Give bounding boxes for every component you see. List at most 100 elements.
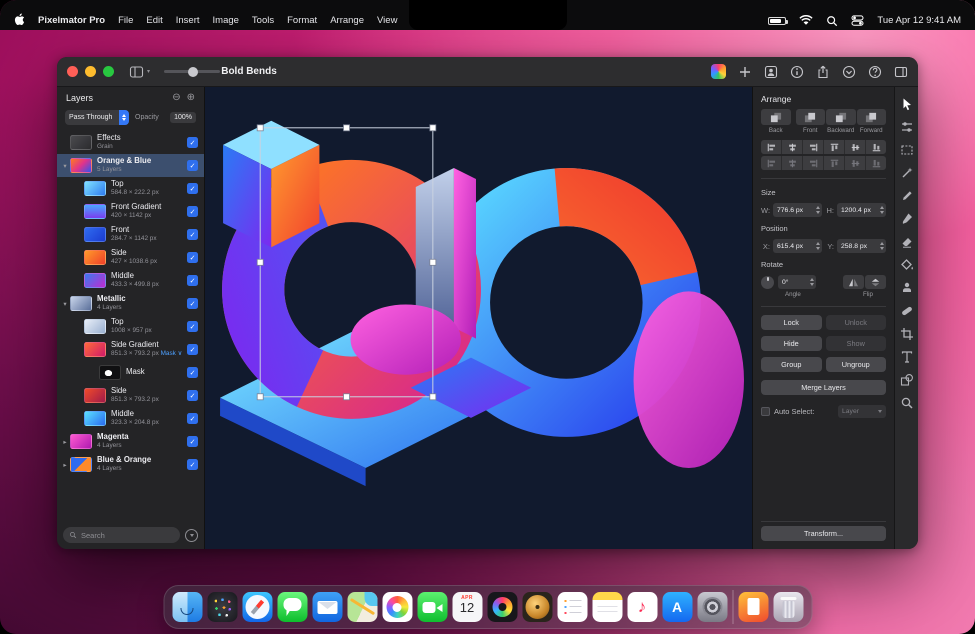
stepper-icon[interactable] <box>880 242 884 250</box>
zoom-window-button[interactable] <box>103 66 114 77</box>
x-field[interactable]: 615.4 px <box>773 239 822 253</box>
dock-maps[interactable] <box>347 592 377 622</box>
auto-select-dropdown[interactable]: Layer <box>838 405 886 418</box>
shape-tool[interactable] <box>899 372 914 387</box>
dock-garageband[interactable] <box>522 592 552 622</box>
hide-button[interactable]: Hide <box>761 336 822 351</box>
dock-trash[interactable] <box>773 592 803 622</box>
layer-row[interactable]: Middle 433.3 × 499.8 px <box>57 269 204 292</box>
control-center-icon[interactable] <box>851 15 864 26</box>
dock-pixelmator-pro[interactable] <box>487 592 517 622</box>
align-middle-button[interactable] <box>845 140 866 154</box>
bring-to-front-button[interactable] <box>796 109 826 125</box>
show-button[interactable]: Show <box>826 336 887 351</box>
opacity-value[interactable]: 100% <box>170 112 196 123</box>
dock-calendar[interactable]: APR 12 <box>452 592 482 622</box>
dock-safari[interactable] <box>242 592 272 622</box>
crop-tool[interactable] <box>899 326 914 341</box>
more-options-icon[interactable] <box>841 64 856 79</box>
dock-reminders[interactable] <box>557 592 587 622</box>
canvas[interactable] <box>205 87 752 549</box>
dock-facetime[interactable] <box>417 592 447 622</box>
auto-select-checkbox[interactable] <box>761 407 770 416</box>
layer-visibility-checkbox[interactable] <box>187 137 198 148</box>
erase-tool[interactable] <box>899 234 914 249</box>
layer-row[interactable]: Front Gradient 420 × 1142 px <box>57 200 204 223</box>
align-left-button[interactable] <box>761 140 782 154</box>
layer-row[interactable]: Side 427 × 1038.6 px <box>57 246 204 269</box>
pixelmator-tools-icon[interactable] <box>711 64 726 79</box>
disclosure-icon[interactable]: ▸ <box>61 461 69 469</box>
style-tool[interactable] <box>899 119 914 134</box>
layer-row[interactable]: Side Gradient 851.3 × 793.2 px Mask ∨ <box>57 338 204 361</box>
layer-visibility-checkbox[interactable] <box>187 436 198 447</box>
layer-visibility-checkbox[interactable] <box>187 459 198 470</box>
layer-mask-badge[interactable]: Mask ∨ <box>161 350 183 357</box>
distribute-middle-button[interactable] <box>845 156 866 170</box>
distribute-bottom-button[interactable] <box>866 156 886 170</box>
spotlight-search-icon[interactable] <box>826 15 838 27</box>
layer-row[interactable]: Top 584.8 × 222.2 px <box>57 177 204 200</box>
layer-visibility-checkbox[interactable] <box>187 413 198 424</box>
disclosure-icon[interactable]: ▾ <box>61 300 69 308</box>
stepper-icon[interactable] <box>880 206 884 214</box>
sidebar-toggle-button[interactable]: ▾ <box>129 66 150 78</box>
layer-visibility-checkbox[interactable] <box>187 344 198 355</box>
add-icon[interactable] <box>737 64 752 79</box>
select-tool[interactable] <box>899 142 914 157</box>
send-to-back-button[interactable] <box>761 109 791 125</box>
distribute-right-button[interactable] <box>803 156 824 170</box>
width-field[interactable]: 776.6 px <box>773 203 822 217</box>
group-button[interactable]: Group <box>761 357 822 372</box>
type-tool[interactable] <box>899 349 914 364</box>
layer-row[interactable]: ▾ Orange & Blue 5 Layers <box>57 154 204 177</box>
dock-finder[interactable] <box>172 592 202 622</box>
dock-photos[interactable] <box>382 592 412 622</box>
menu-item[interactable]: Insert <box>176 15 200 26</box>
help-icon[interactable] <box>867 64 882 79</box>
distribute-top-button[interactable] <box>824 156 845 170</box>
dock-messages[interactable] <box>277 592 307 622</box>
dock-launchpad[interactable] <box>207 592 237 622</box>
layer-visibility-checkbox[interactable] <box>187 321 198 332</box>
flip-vertical-button[interactable] <box>865 275 886 289</box>
fill-tool[interactable] <box>899 257 914 272</box>
ungroup-button[interactable]: Ungroup <box>826 357 887 372</box>
panels-icon[interactable] <box>893 64 908 79</box>
apple-menu-icon[interactable] <box>14 13 25 29</box>
menu-item[interactable]: Tools <box>252 15 274 26</box>
arrange-tool[interactable] <box>899 96 914 111</box>
unlock-button[interactable]: Unlock <box>826 315 887 330</box>
layer-row[interactable]: Mask <box>57 361 204 384</box>
stepper-icon[interactable] <box>816 206 820 214</box>
layer-visibility-checkbox[interactable] <box>187 229 198 240</box>
height-field[interactable]: 1200.4 px <box>837 203 886 217</box>
search-options-icon[interactable] <box>185 529 198 542</box>
y-field[interactable]: 258.8 px <box>837 239 886 253</box>
media-browser-icon[interactable] <box>763 64 778 79</box>
app-menu[interactable]: Pixelmator Pro <box>38 15 105 26</box>
flip-horizontal-button[interactable] <box>843 275 864 289</box>
menu-item[interactable]: Edit <box>146 15 162 26</box>
menu-item[interactable]: File <box>118 15 133 26</box>
align-top-button[interactable] <box>824 140 845 154</box>
send-backward-button[interactable] <box>826 109 856 125</box>
layer-row[interactable]: Top 1008 × 957 px <box>57 315 204 338</box>
layer-visibility-checkbox[interactable] <box>187 298 198 309</box>
menu-item[interactable]: Image <box>213 15 239 26</box>
blend-mode-select[interactable]: Pass Through <box>65 110 129 125</box>
align-right-button[interactable] <box>803 140 824 154</box>
battery-icon[interactable] <box>768 17 786 25</box>
lock-button[interactable]: Lock <box>761 315 822 330</box>
zoom-tool[interactable] <box>899 395 914 410</box>
wifi-icon[interactable] <box>799 15 813 26</box>
transform-button[interactable]: Transform... <box>761 526 886 541</box>
distribute-center-button[interactable] <box>782 156 803 170</box>
retouch-tool[interactable] <box>899 303 914 318</box>
layer-visibility-checkbox[interactable] <box>187 390 198 401</box>
dock-music[interactable] <box>627 592 657 622</box>
quick-select-tool[interactable] <box>899 165 914 180</box>
dock-app-store[interactable] <box>662 592 692 622</box>
disclosure-icon[interactable]: ▾ <box>61 162 69 170</box>
info-icon[interactable] <box>789 64 804 79</box>
